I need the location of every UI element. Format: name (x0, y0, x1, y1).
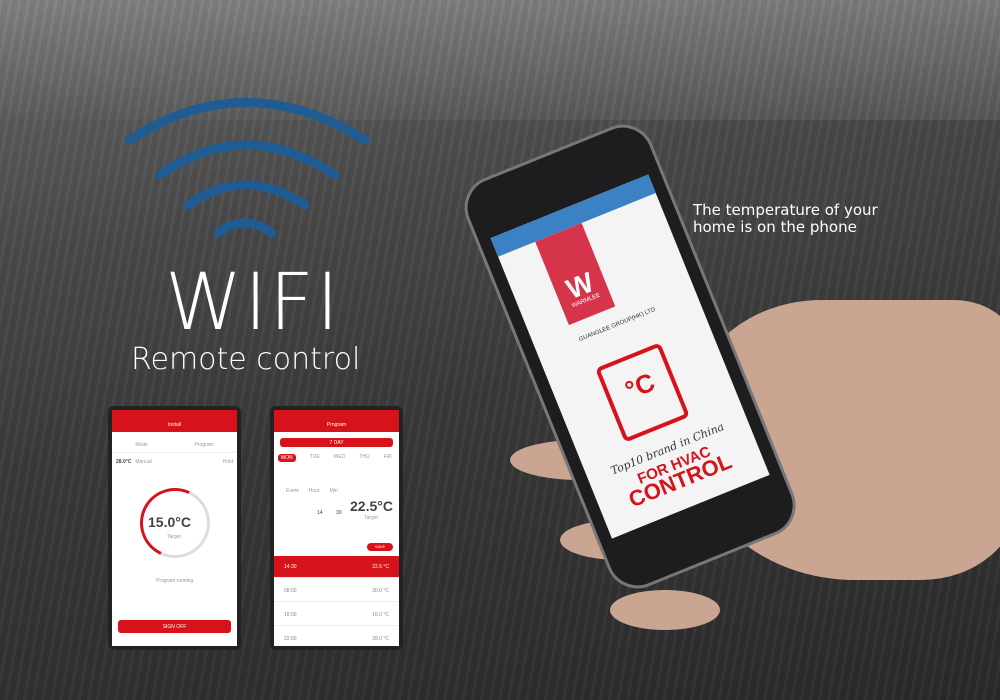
finger (610, 590, 720, 630)
day-wed[interactable]: WED (334, 454, 346, 462)
col-event: Event (286, 488, 299, 494)
save-button[interactable]: SAVE (367, 543, 393, 551)
thermostat-icon: °C (595, 342, 690, 443)
program-row[interactable]: 22:00 28.0 °C (274, 628, 399, 646)
seven-day-pill[interactable]: 7 DAY (280, 438, 393, 447)
brand-logo: W WARMLEE (535, 222, 616, 326)
tagline-line1: The temperature of your (693, 201, 878, 219)
headline-title: WIFI (165, 258, 341, 348)
screen-header: Install (112, 410, 237, 432)
program-row[interactable]: 14:30 22.5 °C (274, 556, 399, 578)
day-tue[interactable]: TUE (310, 454, 320, 462)
program-row[interactable]: 08:00 30.0 °C (274, 580, 399, 602)
target-label: Target (364, 515, 378, 521)
tagline-line2: home is on the phone (693, 218, 857, 236)
day-fri[interactable]: FRI (384, 454, 392, 462)
screen-program: Program 7 DAY MON TUE WED THU FRI Event … (270, 406, 403, 650)
room-temp: 28.0°C (116, 459, 132, 465)
headline-subtitle: Remote control (131, 342, 361, 377)
tab-mode[interactable]: Mode (135, 442, 148, 448)
setpoint: 15.0°C (148, 514, 191, 530)
program-status: Program running (156, 578, 194, 584)
tagline: The temperature of your home is on the ph… (693, 202, 878, 236)
hold-toggle[interactable]: Hold (223, 459, 233, 465)
target-label: Target (167, 534, 181, 540)
minute-picker[interactable]: 30 (336, 510, 342, 516)
wifi-icon (125, 98, 370, 238)
program-setpoint: 22.5°C (350, 498, 393, 514)
tab-program[interactable]: Program (194, 442, 213, 448)
manual-label: Manual (135, 459, 152, 465)
day-thu[interactable]: THU (359, 454, 369, 462)
screen-thermostat: Install Mode Program 28.0°C Manual Hold … (108, 406, 241, 650)
screen-header: Program (274, 410, 399, 432)
day-mon[interactable]: MON (278, 454, 296, 462)
col-min: Min (329, 488, 338, 494)
sign-off-button[interactable]: SIGN OFF (118, 620, 231, 633)
col-hour: Hour (308, 488, 320, 494)
hour-picker[interactable]: 14 (317, 510, 323, 516)
program-row[interactable]: 16:00 16.0 °C (274, 604, 399, 626)
